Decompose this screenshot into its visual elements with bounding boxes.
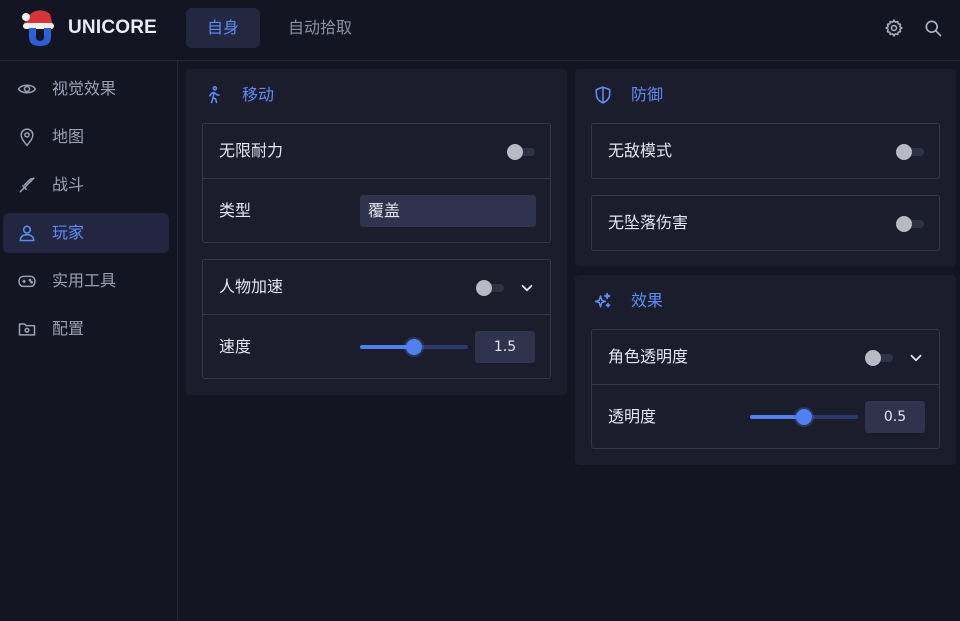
char-transparency-toggle[interactable] [865,350,895,366]
god-mode-toggle[interactable] [896,144,926,160]
map-pin-icon [20,128,34,147]
row-stamina-type: 类型 覆盖 [203,179,550,242]
eye-icon [17,84,37,94]
row-god-mode: 无敌模式 [592,124,939,178]
top-bar: UNICORE 自身 自动拾取 [0,0,960,61]
opacity-value-input[interactable]: 0.5 [865,401,925,433]
section-effects: 效果 角色透明度 透明度 0.5 [575,275,956,465]
card-god-mode: 无敌模式 [591,123,940,179]
stamina-type-select[interactable]: 覆盖 [360,195,536,227]
row-speed-hack: 人物加速 [203,260,550,315]
speed-slider[interactable] [360,337,468,357]
sidebar-item-utilities[interactable]: 实用工具 [3,261,169,301]
speed-value-input[interactable]: 1.5 [475,331,535,363]
sidebar-item-label: 地图 [52,127,85,146]
opacity-label: 透明度 [608,407,657,426]
sidebar-item-visuals[interactable]: 视觉效果 [3,69,169,109]
card-speed-hack: 人物加速 速度 1.5 [202,259,551,379]
card-infinite-stamina: 无限耐力 类型 覆盖 [202,123,551,243]
section-movement: 移动 无限耐力 类型 覆盖 人物加速 速度 1.5 [186,69,567,395]
opacity-slider[interactable] [750,407,858,427]
speed-hack-label: 人物加速 [219,277,284,296]
user-icon [19,225,35,242]
gamepad-icon [18,275,36,288]
sword-icon [19,177,35,193]
row-opacity: 透明度 0.5 [592,385,939,448]
brand-name: UNICORE [68,17,158,38]
card-char-transparency: 角色透明度 透明度 0.5 [591,329,940,449]
sidebar-item-label: 战斗 [52,175,85,194]
no-fall-damage-toggle[interactable] [896,216,926,232]
gear-icon[interactable] [884,18,904,38]
sidebar-item-config[interactable]: 配置 [3,309,169,349]
speed-slider-thumb[interactable] [406,339,422,355]
stamina-type-label: 类型 [219,201,252,220]
section-defense: 防御 无敌模式 无坠落伤害 [575,69,956,266]
tab-auto-pickup[interactable]: 自动拾取 [268,8,372,48]
sparkles-icon [594,292,611,308]
sidebar: 视觉效果 地图 战斗 玩家 实用工具 配置 [0,61,178,621]
chevron-down-icon[interactable] [907,349,925,367]
speed-label: 速度 [219,337,252,356]
folder-gear-icon [18,323,36,336]
sidebar-item-label: 实用工具 [52,271,117,290]
sidebar-item-label: 配置 [52,319,85,338]
infinite-stamina-toggle[interactable] [507,144,537,160]
sidebar-item-player[interactable]: 玩家 [3,213,169,253]
row-speed: 速度 1.5 [203,315,550,378]
row-char-transparency: 角色透明度 [592,330,939,385]
speed-hack-toggle[interactable] [476,280,506,296]
row-no-fall-damage: 无坠落伤害 [592,196,939,250]
sidebar-item-label: 视觉效果 [52,79,117,98]
card-no-fall-damage: 无坠落伤害 [591,195,940,251]
chevron-down-icon[interactable] [518,279,536,297]
walking-icon [209,86,220,104]
sidebar-item-map[interactable]: 地图 [3,117,169,157]
god-mode-label: 无敌模式 [608,141,673,160]
unicore-logo [22,10,54,46]
char-transparency-label: 角色透明度 [608,347,689,366]
infinite-stamina-label: 无限耐力 [219,141,284,160]
shield-icon [595,86,611,104]
search-icon[interactable] [923,18,943,38]
row-infinite-stamina: 无限耐力 [203,124,550,179]
no-fall-damage-label: 无坠落伤害 [608,213,689,232]
tab-self[interactable]: 自身 [186,8,260,48]
sidebar-item-combat[interactable]: 战斗 [3,165,169,205]
opacity-slider-thumb[interactable] [796,409,812,425]
sidebar-item-label: 玩家 [52,223,85,242]
